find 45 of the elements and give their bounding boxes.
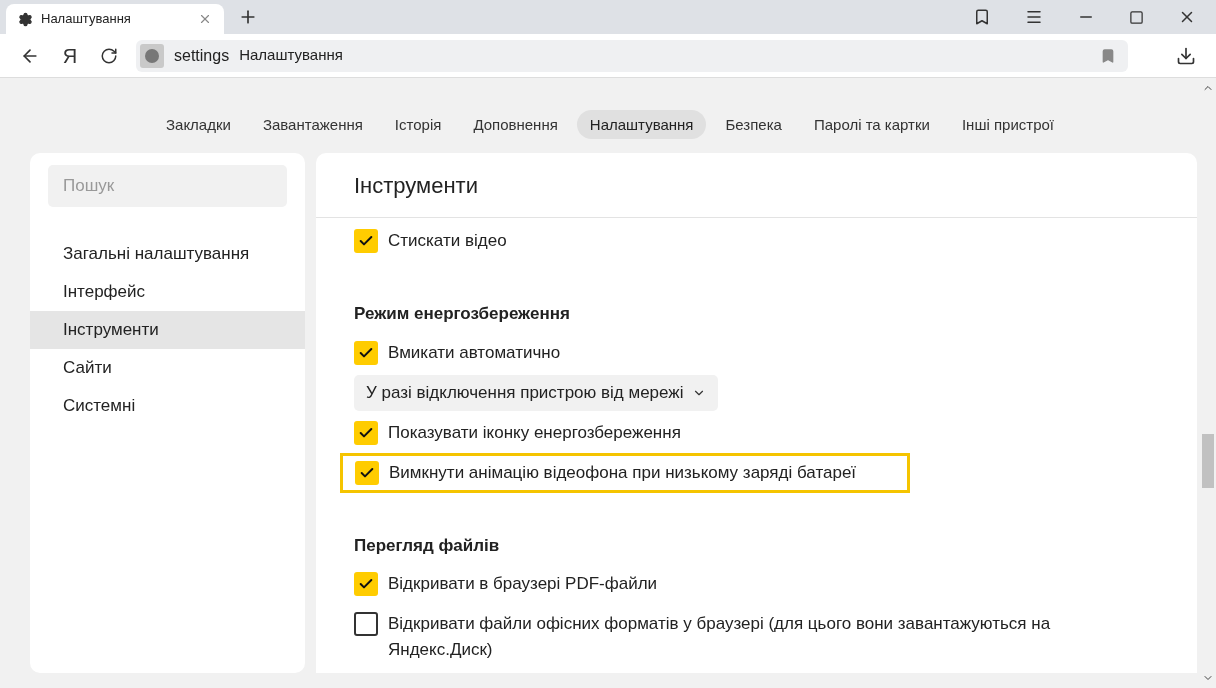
- nav-tab[interactable]: Інші пристрої: [948, 110, 1067, 139]
- checkbox-label: Відкривати файли офісних форматів у браузері (для цього вони завантажуються на Яндекс.Диск): [388, 613, 1052, 661]
- bookmark-icon[interactable]: [1100, 47, 1116, 64]
- nav-tab[interactable]: Закладки: [153, 110, 244, 139]
- sidebar-item[interactable]: Інтерфейс: [30, 273, 305, 311]
- nav-tab[interactable]: Безпека: [712, 110, 795, 139]
- sidebar-item[interactable]: Інструменти: [30, 311, 305, 349]
- checkbox-label: Відкривати в браузері PDF-файли: [388, 573, 658, 595]
- checkbox-label: Стискати відео: [388, 230, 507, 252]
- bookmarks-icon[interactable]: [973, 8, 991, 26]
- checkbox[interactable]: [354, 420, 378, 445]
- browser-tab[interactable]: Налаштування: [6, 4, 224, 34]
- yandex-button[interactable]: Я: [58, 40, 82, 71]
- scroll-thumb[interactable]: [1202, 434, 1214, 488]
- nav-tab[interactable]: Доповнення: [460, 110, 571, 139]
- nav-tab[interactable]: Історія: [381, 110, 455, 139]
- tab-title: Налаштування: [41, 10, 132, 29]
- checkbox[interactable]: [354, 340, 378, 365]
- reload-icon[interactable]: [100, 46, 118, 65]
- section-heading: Режим енергозбереження: [354, 303, 571, 325]
- maximize-icon[interactable]: [1129, 9, 1144, 25]
- checkbox-label: Показувати іконку енергозбереження: [388, 421, 681, 444]
- nav-tab[interactable]: Паролі та картки: [800, 110, 943, 139]
- checkbox-label: Вимкнути анімацію відеофона при низькому заряді батареї: [389, 461, 857, 484]
- download-icon[interactable]: [1176, 45, 1196, 66]
- checkbox[interactable]: [355, 460, 379, 485]
- checkbox[interactable]: [354, 229, 378, 253]
- checkbox[interactable]: [354, 612, 378, 636]
- dropdown[interactable]: У разі відключення пристрою від мережі: [354, 374, 718, 411]
- close-tab-icon[interactable]: [198, 12, 212, 26]
- section-heading: Перегляд файлів: [354, 534, 501, 557]
- sidebar-item[interactable]: Системні: [30, 387, 305, 425]
- nav-tab[interactable]: Налаштування: [576, 110, 707, 139]
- address-bar[interactable]: settings Налаштування: [136, 39, 1128, 72]
- sidebar-item[interactable]: Загальні налаштування: [30, 235, 305, 273]
- checkbox[interactable]: [354, 572, 378, 596]
- nav-tab[interactable]: Завантаження: [249, 110, 376, 139]
- checkbox-label: Вмикати автоматично: [388, 341, 561, 364]
- site-icon: [140, 43, 164, 68]
- address-title: Налаштування: [239, 45, 344, 66]
- sidebar-item[interactable]: Сайти: [30, 349, 305, 387]
- panel-title: Інструменти: [354, 171, 478, 200]
- address-prefix: settings: [174, 45, 230, 66]
- search-field[interactable]: Пошук: [48, 165, 287, 207]
- menu-icon[interactable]: [1025, 8, 1043, 26]
